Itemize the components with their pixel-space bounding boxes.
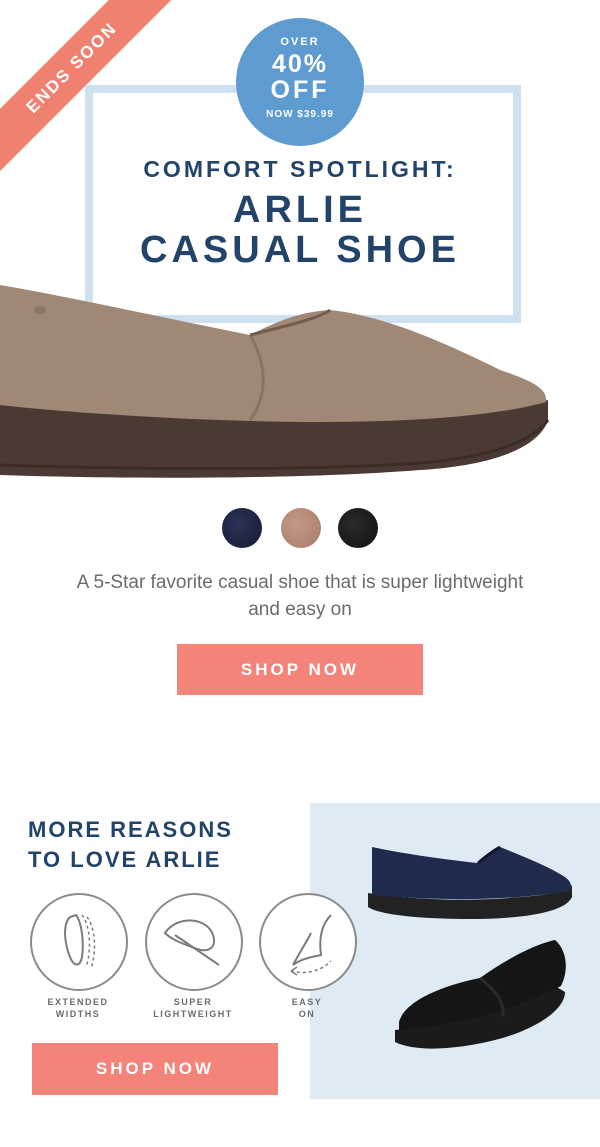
badge-over: OVER <box>280 36 320 48</box>
feature-3-line-1: EASY <box>291 997 323 1007</box>
feature-label-extended-widths: EXTENDED WIDTHS <box>18 996 138 1020</box>
badge-percent: 40% <box>271 50 329 78</box>
shop-now-button[interactable]: SHOP NOW <box>177 644 423 695</box>
feature-1-line-2: WIDTHS <box>55 1009 101 1019</box>
title-line-2: CASUAL SHOE <box>140 229 460 271</box>
product-description: A 5-Star favorite casual shoe that is su… <box>76 572 524 620</box>
reasons-title-line-2: TO LOVE ARLIE <box>28 847 222 872</box>
feature-2-line-2: LIGHTWEIGHT <box>153 1009 233 1019</box>
feature-3-line-2: ON <box>298 1009 316 1019</box>
reasons-title: MORE REASONS TO LOVE ARLIE <box>28 815 318 875</box>
badge-price: NOW $39.99 <box>266 109 334 120</box>
navy-shoe-image[interactable] <box>360 835 580 935</box>
black-shoe-image[interactable] <box>385 930 575 1060</box>
reasons-title-line-1: MORE REASONS <box>28 817 233 842</box>
title-line-1: ARLIE <box>233 189 367 231</box>
insole-icon <box>30 893 128 991</box>
badge-off: OFF <box>270 76 330 104</box>
feature-1-line-1: EXTENDED <box>47 997 109 1007</box>
product-title: ARLIE CASUAL SHOE <box>0 190 600 270</box>
feature-label-easy-on: EASY ON <box>247 996 367 1020</box>
feather-icon <box>145 893 243 991</box>
foot-slip-on-icon <box>259 893 357 991</box>
feature-2-line-1: SUPER <box>173 997 213 1007</box>
discount-badge: OVER 40% OFF NOW $39.99 <box>236 18 364 146</box>
feature-label-super-lightweight: SUPER LIGHTWEIGHT <box>133 996 253 1020</box>
color-swatch-navy[interactable] <box>222 508 262 548</box>
kicker-text: COMFORT SPOTLIGHT: <box>143 156 457 182</box>
color-swatch-taupe[interactable] <box>281 508 321 548</box>
shop-now-button-secondary[interactable]: SHOP NOW <box>32 1043 278 1095</box>
hero-shoe-image[interactable] <box>0 270 560 500</box>
color-swatch-black[interactable] <box>338 508 378 548</box>
